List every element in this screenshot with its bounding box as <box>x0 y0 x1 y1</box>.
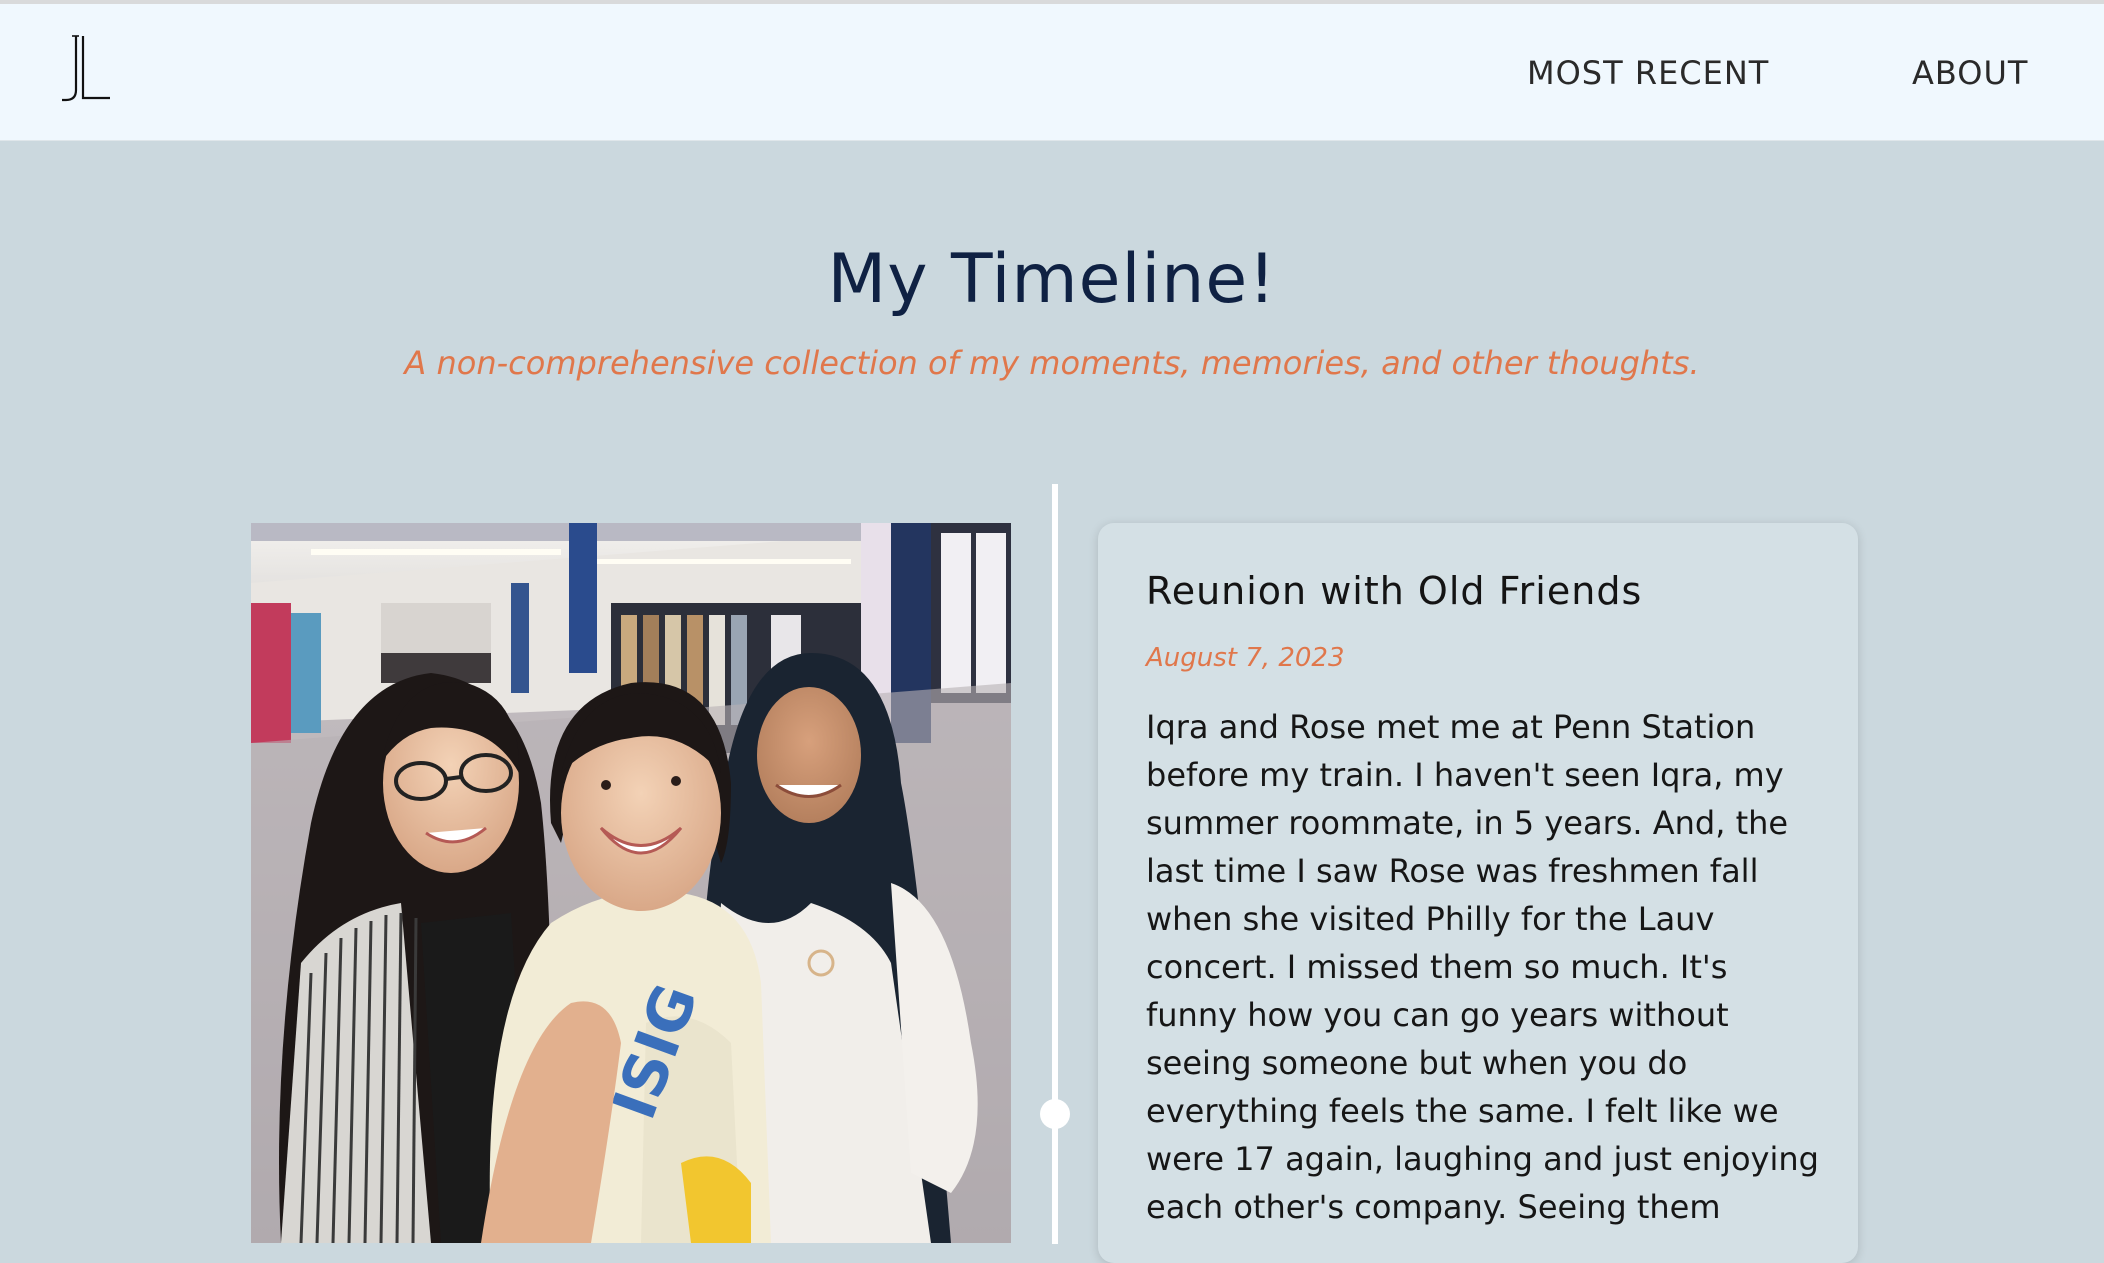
timeline-line <box>1052 484 1058 1244</box>
page-title: My Timeline! <box>827 240 1277 319</box>
page-subtitle: A non-comprehensive collection of my mom… <box>404 344 1700 382</box>
timeline-dot <box>1040 1099 1070 1129</box>
jl-logo-icon <box>62 35 110 102</box>
entry-body: Iqra and Rose met me at Penn Station bef… <box>1146 708 1819 1226</box>
entry-date: August 7, 2023 <box>1146 643 1345 673</box>
timeline-entry-card: Reunion with Old Friends August 7, 2023 … <box>1098 523 1858 1263</box>
nav-about[interactable]: ABOUT <box>1912 54 2028 92</box>
entry-photo: ISIG <box>251 523 1011 1243</box>
navbar: MOST RECENT ABOUT <box>0 4 2104 141</box>
nav-most-recent[interactable]: MOST RECENT <box>1527 54 1769 92</box>
group-selfie-photo: ISIG <box>251 523 1011 1243</box>
entry-title: Reunion with Old Friends <box>1146 569 1643 613</box>
site-logo[interactable] <box>60 30 112 104</box>
